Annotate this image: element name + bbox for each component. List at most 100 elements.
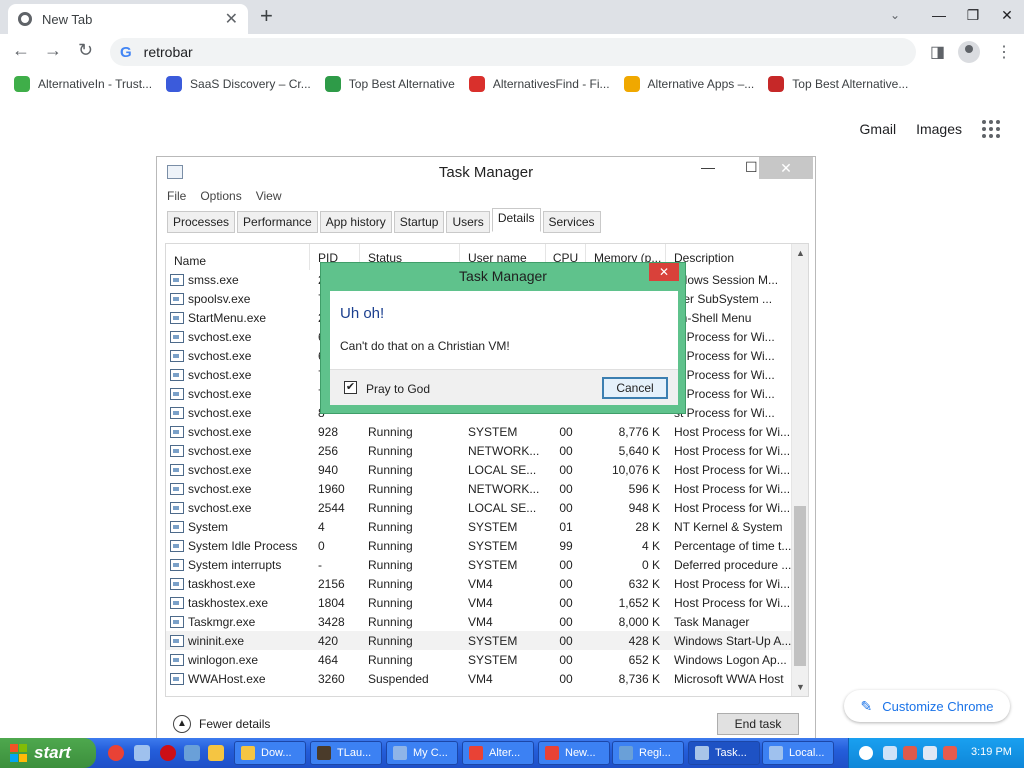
pray-checkbox-label[interactable]: Pray to God — [366, 382, 430, 396]
explorer-quicklaunch-icon[interactable] — [184, 745, 200, 761]
process-icon — [170, 615, 184, 628]
bookmark-4[interactable]: Alternative Apps –... — [623, 76, 754, 92]
display-tray-icon[interactable] — [923, 746, 937, 760]
minimize-icon[interactable]: — — [922, 7, 956, 23]
process-name-text: taskhostex.exe — [188, 595, 269, 610]
taskbar-button[interactable]: My C... — [386, 741, 458, 765]
omnibox[interactable]: G retrobar — [110, 38, 916, 66]
scroll-up-icon[interactable]: ▲ — [796, 248, 805, 258]
end-task-button[interactable]: End task — [717, 713, 799, 735]
profile-icon[interactable] — [958, 41, 980, 63]
table-row[interactable]: svchost.exe 940 Running LOCAL SE... 00 10,076… — [166, 460, 792, 479]
tab-app-history[interactable]: App history — [319, 211, 392, 233]
new-tab-button[interactable]: + — [260, 5, 273, 27]
bookmark-5[interactable]: Top Best Alternative... — [768, 76, 908, 92]
pray-checkbox[interactable]: ✔ — [344, 381, 357, 394]
process-description: Deferred procedure ... — [674, 557, 792, 572]
chrome-quicklaunch-icon[interactable] — [108, 745, 124, 761]
taskbar-button-label: New... — [565, 747, 596, 759]
tab-search-icon[interactable]: ⌄ — [890, 8, 900, 22]
process-name-text: svchost.exe — [188, 443, 252, 458]
bookmark-2[interactable]: Top Best Alternative — [324, 76, 455, 92]
process-cpu: 00 — [559, 633, 573, 648]
process-cpu: 00 — [559, 652, 573, 667]
opera-quicklaunch-icon[interactable] — [160, 745, 176, 761]
tab-startup[interactable]: Startup — [393, 211, 445, 233]
table-row[interactable]: taskhostex.exe 1804 Running VM4 00 1,652 K Hos… — [166, 593, 792, 612]
task-manager-titlebar[interactable]: Task Manager — ☐ ✕ — [157, 157, 815, 187]
security-tray-icon[interactable] — [903, 746, 917, 760]
table-row[interactable]: taskhost.exe 2156 Running VM4 00 632 K Host Pr… — [166, 574, 792, 593]
table-row[interactable]: wininit.exe 420 Running SYSTEM 00 428 K Window… — [166, 631, 792, 650]
mail-quicklaunch-icon[interactable] — [134, 745, 150, 761]
table-row[interactable]: System interrupts - Running SYSTEM 00 0 K Defe… — [166, 555, 792, 574]
reload-icon[interactable]: ↻ — [78, 40, 93, 61]
scroll-thumb[interactable] — [794, 506, 806, 666]
table-row[interactable]: svchost.exe 2544 Running LOCAL SE... 00 948 K… — [166, 498, 792, 517]
network-tray-icon[interactable] — [883, 746, 897, 760]
tab-users[interactable]: Users — [446, 211, 490, 233]
task-manager-menubar: File Options View — [167, 189, 296, 203]
table-row[interactable]: System 4 Running SYSTEM 01 28 K NT Kernel & Sy… — [166, 517, 792, 536]
taskbar-button[interactable]: Dow... — [234, 741, 306, 765]
minimize-icon[interactable]: — — [701, 159, 715, 175]
back-icon[interactable]: ← — [12, 40, 30, 61]
tab-performance[interactable]: Performance — [237, 211, 318, 233]
side-panel-icon[interactable]: ◨ — [930, 42, 945, 62]
bookmark-3[interactable]: AlternativesFind - Fi... — [468, 76, 610, 92]
apps-grid-icon[interactable] — [982, 120, 1000, 138]
tab-processes[interactable]: Processes — [167, 211, 236, 233]
tab-services[interactable]: Services — [542, 211, 601, 233]
forward-icon[interactable]: → — [44, 40, 62, 61]
customize-chrome-button[interactable]: ✎ Customize Chrome — [844, 690, 1010, 722]
process-memory: 4 K — [641, 538, 660, 553]
images-link[interactable]: Images — [916, 121, 962, 137]
process-pid: 420 — [318, 633, 339, 648]
process-description: Task Manager — [674, 614, 750, 629]
table-row[interactable]: svchost.exe 256 Running NETWORK... 00 5,640 K… — [166, 441, 792, 460]
taskbar-button[interactable]: Local... — [762, 741, 834, 765]
menu-view[interactable]: View — [256, 189, 282, 203]
menu-options[interactable]: Options — [200, 189, 241, 203]
volume-muted-icon[interactable] — [943, 746, 957, 760]
process-memory: 8,736 K — [618, 671, 660, 686]
taskbar-button[interactable]: Alter... — [462, 741, 534, 765]
scroll-down-icon[interactable]: ▼ — [796, 682, 805, 692]
taskbar-button[interactable]: TLau... — [310, 741, 382, 765]
table-row[interactable]: Taskmgr.exe 3428 Running VM4 00 8,000 K Task M… — [166, 612, 792, 631]
close-icon[interactable]: ✕ — [759, 157, 813, 179]
dialog-close-icon[interactable]: ✕ — [649, 263, 679, 281]
taskbar-button[interactable]: Task... — [688, 741, 760, 765]
tab-title: New Tab — [42, 11, 93, 27]
tab-details[interactable]: Details — [491, 208, 541, 232]
menu-dots-icon[interactable]: ⋮ — [996, 42, 1012, 62]
restore-icon[interactable]: ❐ — [956, 7, 990, 24]
cancel-button[interactable]: Cancel — [602, 377, 668, 399]
chrome-tray-icon[interactable] — [859, 746, 873, 760]
table-row[interactable]: winlogon.exe 464 Running SYSTEM 00 652 K Windo… — [166, 650, 792, 669]
fewer-details-button[interactable]: ▲ Fewer details — [173, 715, 270, 733]
table-row[interactable]: WWAHost.exe 3260 Suspended VM4 00 8,736 K Micr… — [166, 669, 792, 688]
clock[interactable]: 3:19 PM — [971, 746, 1012, 758]
bookmark-1[interactable]: SaaS Discovery – Cr... — [166, 76, 311, 92]
tab-new-tab[interactable]: New Tab ✕ — [8, 4, 248, 34]
close-icon[interactable]: ✕ — [225, 9, 238, 29]
table-scrollbar[interactable]: ▲ ▼ — [791, 244, 808, 696]
maximize-icon[interactable]: ☐ — [745, 159, 758, 176]
process-cpu: 01 — [559, 519, 573, 534]
app-icon — [769, 746, 783, 760]
table-row[interactable]: svchost.exe 928 Running SYSTEM 00 8,776 K Host… — [166, 422, 792, 441]
taskbar-button[interactable]: Regi... — [612, 741, 684, 765]
table-row[interactable]: svchost.exe 1960 Running NETWORK... 00 596 K H… — [166, 479, 792, 498]
column-name[interactable]: Name — [166, 244, 310, 270]
start-button[interactable]: start — [0, 738, 96, 768]
table-row[interactable]: System Idle Process 0 Running SYSTEM 99 4 K Pe… — [166, 536, 792, 555]
taskbar-button[interactable]: New... — [538, 741, 610, 765]
gmail-link[interactable]: Gmail — [860, 121, 897, 137]
bookmark-0[interactable]: AlternativeIn - Trust... — [14, 76, 152, 92]
process-memory: 0 K — [641, 557, 660, 572]
process-status: Running — [368, 519, 413, 534]
folder-quicklaunch-icon[interactable] — [208, 745, 224, 761]
menu-file[interactable]: File — [167, 189, 186, 203]
close-window-icon[interactable]: ✕ — [990, 7, 1024, 24]
